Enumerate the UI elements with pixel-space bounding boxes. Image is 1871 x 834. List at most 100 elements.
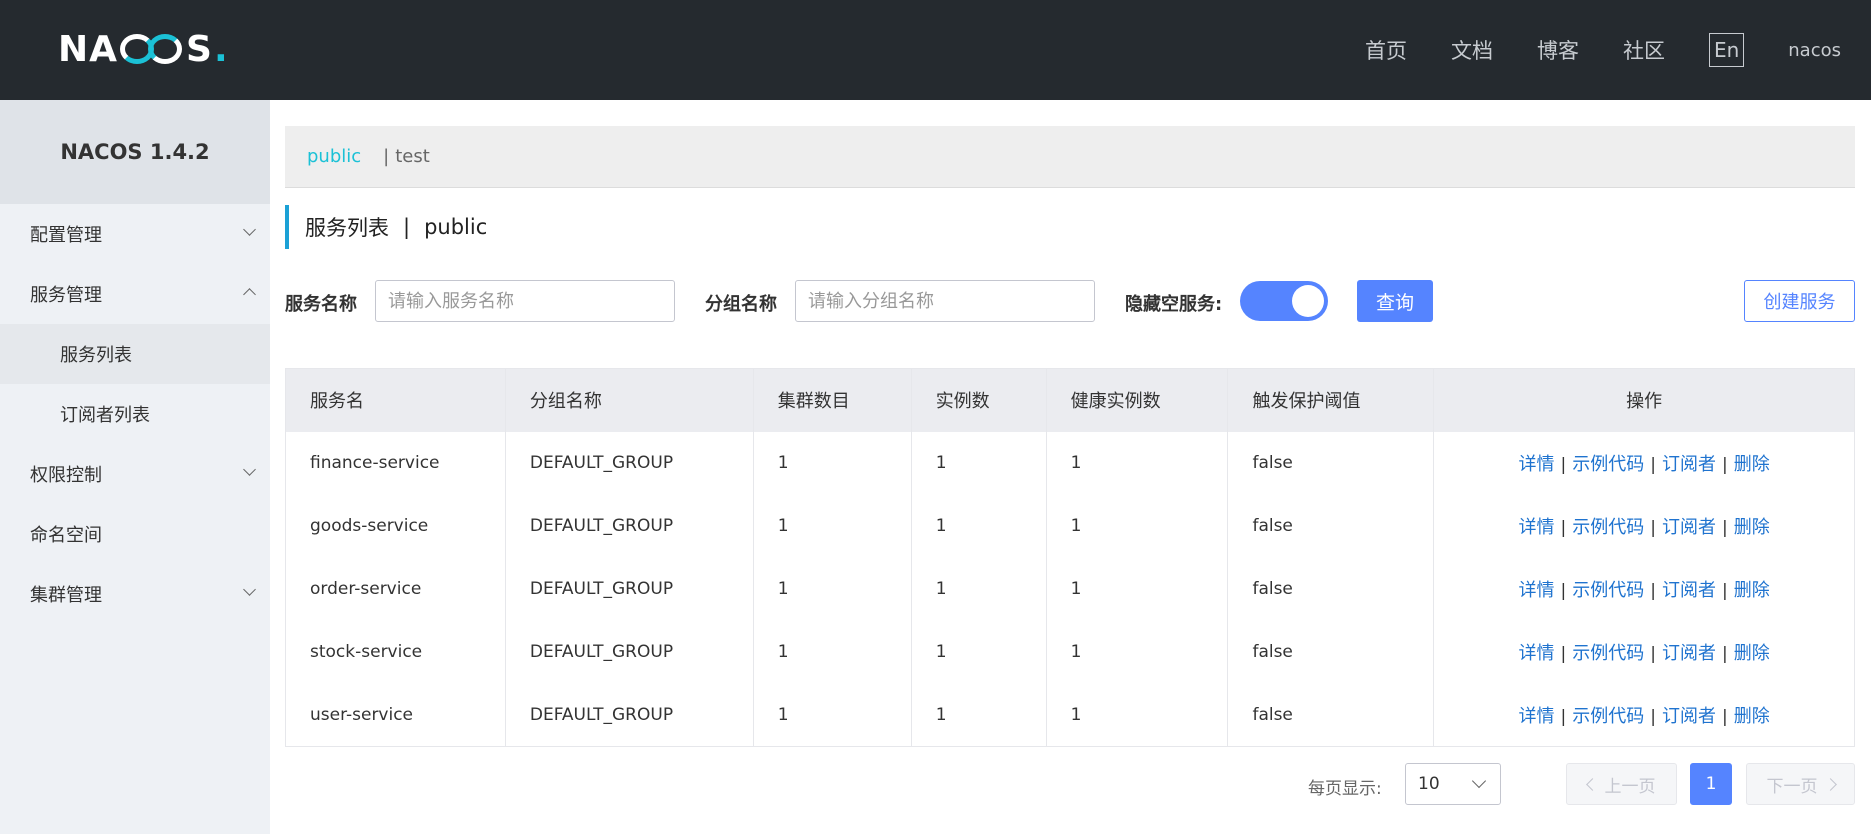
cell-protect-threshold: false (1227, 620, 1435, 684)
cell-service-name: stock-service (285, 620, 506, 684)
pagination: 每页显示: 10 上一页 1 下一页 (285, 763, 1855, 805)
cell-protect-threshold: false (1227, 494, 1435, 558)
chevron-down-icon (1471, 773, 1487, 789)
detail-link[interactable]: 详情 (1519, 706, 1555, 727)
nav-community[interactable]: 社区 (1623, 35, 1665, 65)
cell-healthy-count: 1 (1046, 683, 1229, 747)
cell-service-name: user-service (285, 683, 506, 747)
cell-cluster-count: 1 (753, 431, 912, 495)
cell-cluster-count: 1 (753, 683, 912, 747)
service-name-input[interactable] (375, 280, 675, 322)
page-size-select[interactable]: 10 (1405, 763, 1501, 805)
nav-home[interactable]: 首页 (1365, 35, 1407, 65)
group-name-input[interactable] (795, 280, 1095, 322)
sidebar-item-label: 服务管理 (30, 285, 102, 306)
cell-group-name: DEFAULT_GROUP (505, 620, 754, 684)
sample-code-link[interactable]: 示例代码 (1572, 643, 1644, 664)
action-separator: | (1560, 644, 1567, 664)
action-separator: | (1560, 455, 1567, 475)
cell-actions: 详情 | 示例代码 | 订阅者 | 删除 (1433, 494, 1855, 558)
chevron-right-icon (1823, 777, 1837, 791)
namespace-test[interactable]: test (395, 146, 430, 167)
hide-empty-toggle[interactable] (1240, 281, 1328, 321)
sidebar-item-label: 配置管理 (30, 225, 102, 246)
user-name[interactable]: nacos (1788, 40, 1841, 61)
subscribers-link[interactable]: 订阅者 (1662, 643, 1716, 664)
action-separator: | (1722, 581, 1728, 601)
chevron-down-icon (244, 228, 254, 238)
nav-docs[interactable]: 文档 (1451, 35, 1493, 65)
table-row: goods-service DEFAULT_GROUP 1 1 1 false … (285, 494, 1855, 558)
sample-code-link[interactable]: 示例代码 (1572, 580, 1644, 601)
delete-link[interactable]: 删除 (1734, 706, 1770, 727)
action-separator: | (1650, 644, 1657, 664)
namespace-bar: public | test (285, 126, 1855, 188)
nav-blog[interactable]: 博客 (1537, 35, 1579, 65)
logo-text-right: S (186, 28, 213, 70)
sidebar-item-label: 命名空间 (30, 525, 102, 546)
table-row: user-service DEFAULT_GROUP 1 1 1 false 详… (285, 683, 1855, 747)
cell-instance-count: 1 (911, 431, 1047, 495)
sample-code-link[interactable]: 示例代码 (1572, 706, 1644, 727)
table-header-row: 服务名 分组名称 集群数目 实例数 健康实例数 触发保护阈值 操作 (285, 368, 1855, 432)
page-size-label: 每页显示: (1308, 779, 1382, 799)
detail-link[interactable]: 详情 (1519, 454, 1555, 475)
sidebar-item-service-list[interactable]: 服务列表 (0, 324, 270, 384)
column-header: 服务名 (285, 368, 506, 432)
cell-instance-count: 1 (911, 683, 1047, 747)
action-separator: | (1722, 706, 1728, 727)
cell-service-name: goods-service (285, 494, 506, 558)
delete-link[interactable]: 删除 (1734, 517, 1770, 538)
table-row: finance-service DEFAULT_GROUP 1 1 1 fals… (285, 431, 1855, 495)
language-switch-button[interactable]: En (1708, 33, 1745, 67)
sidebar-item-access-control[interactable]: 权限控制 (0, 444, 270, 504)
subscribers-link[interactable]: 订阅者 (1662, 454, 1716, 475)
column-header: 健康实例数 (1046, 368, 1229, 432)
cell-service-name: order-service (285, 557, 506, 621)
sidebar-item-label: 服务列表 (60, 345, 132, 366)
action-separator: | (1722, 644, 1728, 664)
subscribers-link[interactable]: 订阅者 (1662, 517, 1716, 538)
sidebar-item-namespace[interactable]: 命名空间 (0, 504, 270, 564)
create-service-button[interactable]: 创建服务 (1744, 280, 1855, 322)
chevron-down-icon (244, 468, 254, 478)
sidebar-item-config-management[interactable]: 配置管理 (0, 204, 270, 264)
chevron-up-icon (244, 288, 254, 298)
page-size-value: 10 (1418, 774, 1440, 794)
detail-link[interactable]: 详情 (1519, 517, 1555, 538)
sample-code-link[interactable]: 示例代码 (1572, 454, 1644, 475)
delete-link[interactable]: 删除 (1734, 454, 1770, 475)
subscribers-link[interactable]: 订阅者 (1662, 580, 1716, 601)
detail-link[interactable]: 详情 (1519, 580, 1555, 601)
prev-page-button[interactable]: 上一页 (1566, 763, 1677, 805)
sidebar-item-cluster-management[interactable]: 集群管理 (0, 564, 270, 624)
action-separator: | (1650, 455, 1657, 475)
filter-bar: 服务名称 分组名称 隐藏空服务: 查询 创建服务 (285, 280, 1855, 322)
hide-empty-label: 隐藏空服务: (1125, 294, 1223, 315)
delete-link[interactable]: 删除 (1734, 643, 1770, 664)
cell-group-name: DEFAULT_GROUP (505, 683, 754, 747)
sidebar-item-service-management[interactable]: 服务管理 (0, 264, 270, 324)
prev-page-label: 上一页 (1604, 776, 1656, 797)
detail-link[interactable]: 详情 (1519, 643, 1555, 664)
action-separator: | (1722, 455, 1728, 475)
logo-text-left: NA (58, 28, 118, 70)
sample-code-link[interactable]: 示例代码 (1572, 517, 1644, 538)
cell-actions: 详情 | 示例代码 | 订阅者 | 删除 (1433, 620, 1855, 684)
cell-protect-threshold: false (1227, 557, 1435, 621)
cell-service-name: finance-service (285, 431, 506, 495)
subscribers-link[interactable]: 订阅者 (1662, 706, 1716, 727)
namespace-public[interactable]: public (307, 146, 361, 167)
next-page-button[interactable]: 下一页 (1746, 763, 1855, 805)
service-table: 服务名 分组名称 集群数目 实例数 健康实例数 触发保护阈值 操作 financ… (285, 368, 1855, 747)
delete-link[interactable]: 删除 (1734, 580, 1770, 601)
sidebar-item-subscriber-list[interactable]: 订阅者列表 (0, 384, 270, 444)
page-title: 服务列表 | public (285, 205, 487, 249)
nacos-logo[interactable]: NA S . (58, 28, 229, 70)
sidebar-item-label: 集群管理 (30, 585, 102, 606)
action-separator: | (1650, 581, 1657, 601)
top-nav: 首页 文档 博客 社区 En nacos (1321, 0, 1841, 100)
page-number-button[interactable]: 1 (1690, 763, 1732, 805)
query-button[interactable]: 查询 (1357, 280, 1433, 322)
cell-cluster-count: 1 (753, 557, 912, 621)
